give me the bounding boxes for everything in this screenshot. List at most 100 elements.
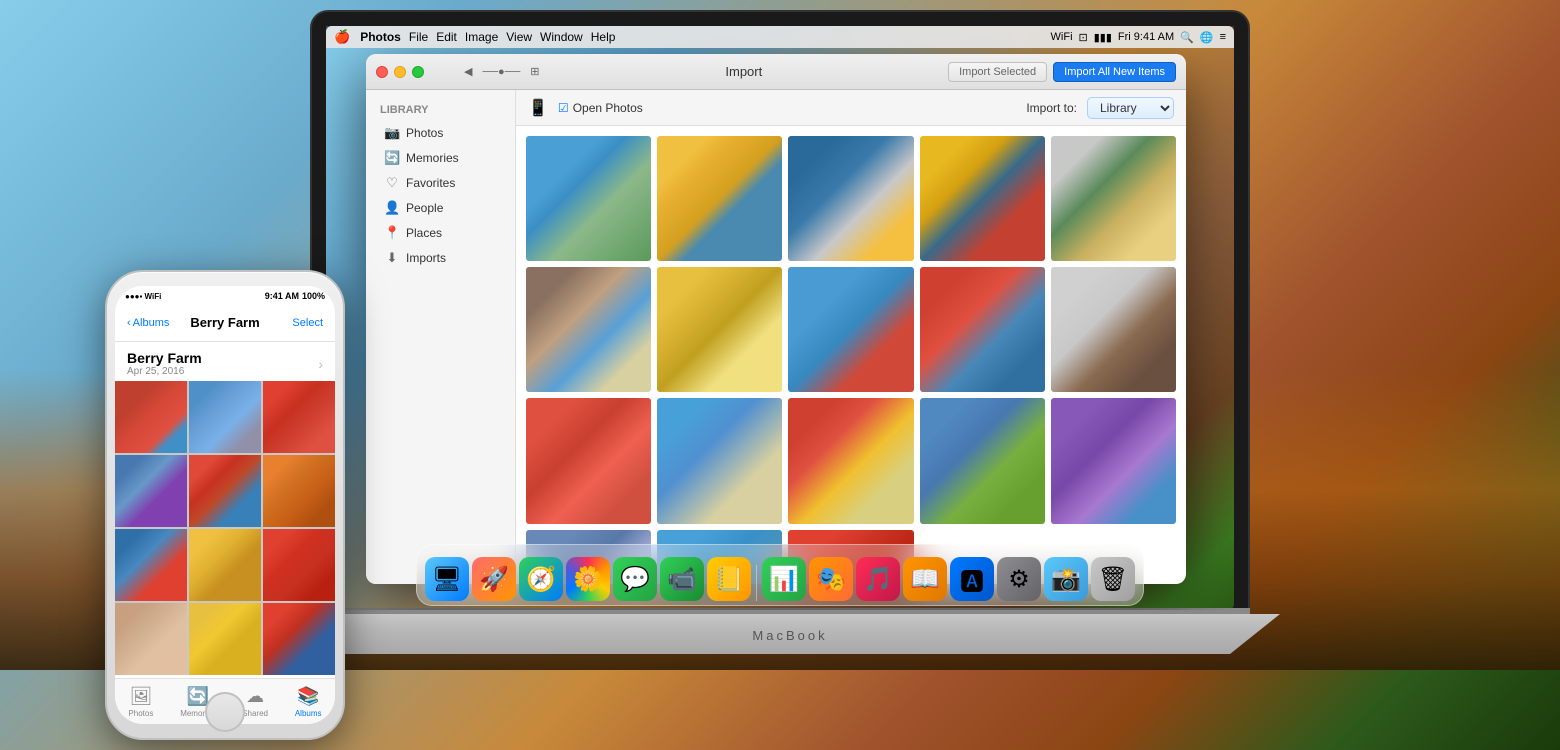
dock-keynote[interactable]: 🎭 [809, 557, 853, 601]
menu-image[interactable]: Image [465, 30, 498, 44]
photo-grid [516, 126, 1186, 584]
shared-tab-label: Shared [242, 709, 268, 718]
close-button[interactable] [376, 66, 388, 78]
apple-menu-icon[interactable]: 🍎 [334, 29, 350, 45]
iphone-photo[interactable] [115, 455, 187, 527]
iphone-photo[interactable] [189, 381, 261, 453]
photo-thumb[interactable] [526, 267, 651, 392]
dock-photos[interactable]: 🌼 [566, 557, 610, 601]
dock-messages[interactable]: 💬 [613, 557, 657, 601]
menu-help[interactable]: Help [591, 30, 616, 44]
photos-tab-label: Photos [128, 709, 153, 718]
toolbar-back[interactable]: ◀ [464, 65, 472, 78]
photo-thumb[interactable] [920, 398, 1045, 523]
photo-thumb[interactable] [657, 136, 782, 261]
menu-view[interactable]: View [506, 30, 532, 44]
photo-thumb[interactable] [657, 398, 782, 523]
iphone-back-label: Albums [133, 317, 170, 329]
iphone-photo[interactable] [263, 529, 335, 601]
iphone-volume-down [105, 392, 106, 422]
iphone-photo[interactable] [263, 603, 335, 675]
sidebar-item-memories[interactable]: 🔄 Memories [370, 146, 511, 170]
iphone-home-button[interactable] [205, 692, 245, 732]
iphone-photo[interactable] [115, 381, 187, 453]
dock: 🖥 🚀 🧭 🌼 💬 📹 📒 📊 🎭 🎵 📖 🅰 ⚙ 📸 🗑 [416, 544, 1144, 606]
toolbar-grid-icon[interactable]: ⊞ [530, 65, 539, 78]
dock-numbers[interactable]: 📊 [762, 557, 806, 601]
macbook-screen-bezel: 🍎 Photos File Edit Image View Window Hel… [310, 10, 1250, 620]
menubar: 🍎 Photos File Edit Image View Window Hel… [326, 26, 1234, 48]
iphone-photo[interactable] [115, 529, 187, 601]
photo-thumb[interactable] [526, 136, 651, 261]
favorites-sidebar-icon: ♡ [384, 175, 400, 191]
dock-music[interactable]: 🎵 [856, 557, 900, 601]
iphone-photo[interactable] [189, 603, 261, 675]
iphone-statusbar-right: 9:41 AM 100% [265, 291, 325, 301]
iphone-back-button[interactable]: ‹ Albums [127, 317, 169, 329]
dock-appstore[interactable]: 🅰 [950, 557, 994, 601]
menu-edit[interactable]: Edit [436, 30, 457, 44]
photos-sidebar-icon: 📷 [384, 125, 400, 141]
people-sidebar-icon: 👤 [384, 200, 400, 216]
dock-notes[interactable]: 📒 [707, 557, 751, 601]
menu-window[interactable]: Window [540, 30, 583, 44]
open-photos-label: Open Photos [573, 101, 643, 115]
iphone-photo[interactable] [263, 455, 335, 527]
menu-file[interactable]: File [409, 30, 428, 44]
iphone-photo[interactable] [189, 455, 261, 527]
window-body: Library 📷 Photos 🔄 Memories ♡ [366, 90, 1186, 584]
iphone-tab-photos[interactable]: 🖼 Photos [128, 686, 153, 718]
iphone-select-button[interactable]: Select [292, 317, 323, 329]
albums-tab-icon: 📚 [297, 686, 319, 707]
dock-facetime[interactable]: 📹 [660, 557, 704, 601]
sidebar-item-photos[interactable]: 📷 Photos [370, 121, 511, 145]
chevron-left-icon: ‹ [127, 317, 131, 329]
photo-thumb[interactable] [1051, 136, 1176, 261]
dock-launchpad[interactable]: 🚀 [472, 557, 516, 601]
open-photos-checkbox[interactable]: ☑ Open Photos [558, 101, 643, 115]
dock-finder[interactable]: 🖥 [425, 557, 469, 601]
sidebar-item-favorites[interactable]: ♡ Favorites [370, 171, 511, 195]
dock-safari[interactable]: 🧭 [519, 557, 563, 601]
sidebar-places-label: Places [406, 226, 442, 240]
photos-tab-icon: 🖼 [129, 686, 152, 707]
search-icon[interactable]: 🔍 [1180, 31, 1194, 44]
photo-thumb[interactable] [788, 398, 913, 523]
import-selected-button[interactable]: Import Selected [948, 62, 1047, 82]
photo-thumb[interactable] [920, 136, 1045, 261]
control-center-icon[interactable]: ≡ [1220, 31, 1226, 43]
photo-grid-container [516, 126, 1186, 584]
macbook-screen: 🍎 Photos File Edit Image View Window Hel… [326, 26, 1234, 610]
photo-thumb[interactable] [1051, 398, 1176, 523]
photo-thumb[interactable] [526, 398, 651, 523]
import-all-button[interactable]: Import All New Items [1053, 62, 1176, 82]
photo-thumb[interactable] [657, 267, 782, 392]
iphone-photo[interactable] [115, 603, 187, 675]
battery-icon: ▮▮▮ [1094, 31, 1112, 44]
iphone-photo[interactable] [263, 381, 335, 453]
app-name[interactable]: Photos [360, 30, 401, 44]
sidebar-item-places[interactable]: 📍 Places [370, 221, 511, 245]
minimize-button[interactable] [394, 66, 406, 78]
dock-systemprefs[interactable]: ⚙ [997, 557, 1041, 601]
iphone-tab-shared[interactable]: ☁ Shared [242, 686, 268, 718]
siri-icon[interactable]: 🌐 [1200, 31, 1214, 44]
sidebar-item-people[interactable]: 👤 People [370, 196, 511, 220]
photo-thumb[interactable] [788, 136, 913, 261]
airplay-icon: ⊡ [1079, 31, 1088, 44]
dock-trash[interactable]: 🗑 [1091, 557, 1135, 601]
photo-thumb[interactable] [788, 267, 913, 392]
iphone-photo[interactable] [189, 529, 261, 601]
dock-books[interactable]: 📖 [903, 557, 947, 601]
iphone-album-title: Berry Farm [127, 350, 202, 366]
iphone-album-info: Berry Farm Apr 25, 2016 › [115, 342, 335, 381]
iphone-tab-albums[interactable]: 📚 Albums [295, 686, 322, 718]
toolbar-slider: ──●── [482, 66, 520, 78]
sidebar-people-label: People [406, 201, 443, 215]
import-destination-dropdown[interactable]: Library [1087, 97, 1174, 119]
dock-photos2[interactable]: 📸 [1044, 557, 1088, 601]
photo-thumb[interactable] [920, 267, 1045, 392]
sidebar-item-imports[interactable]: ⬇ Imports [370, 246, 511, 270]
maximize-button[interactable] [412, 66, 424, 78]
photo-thumb[interactable] [1051, 267, 1176, 392]
